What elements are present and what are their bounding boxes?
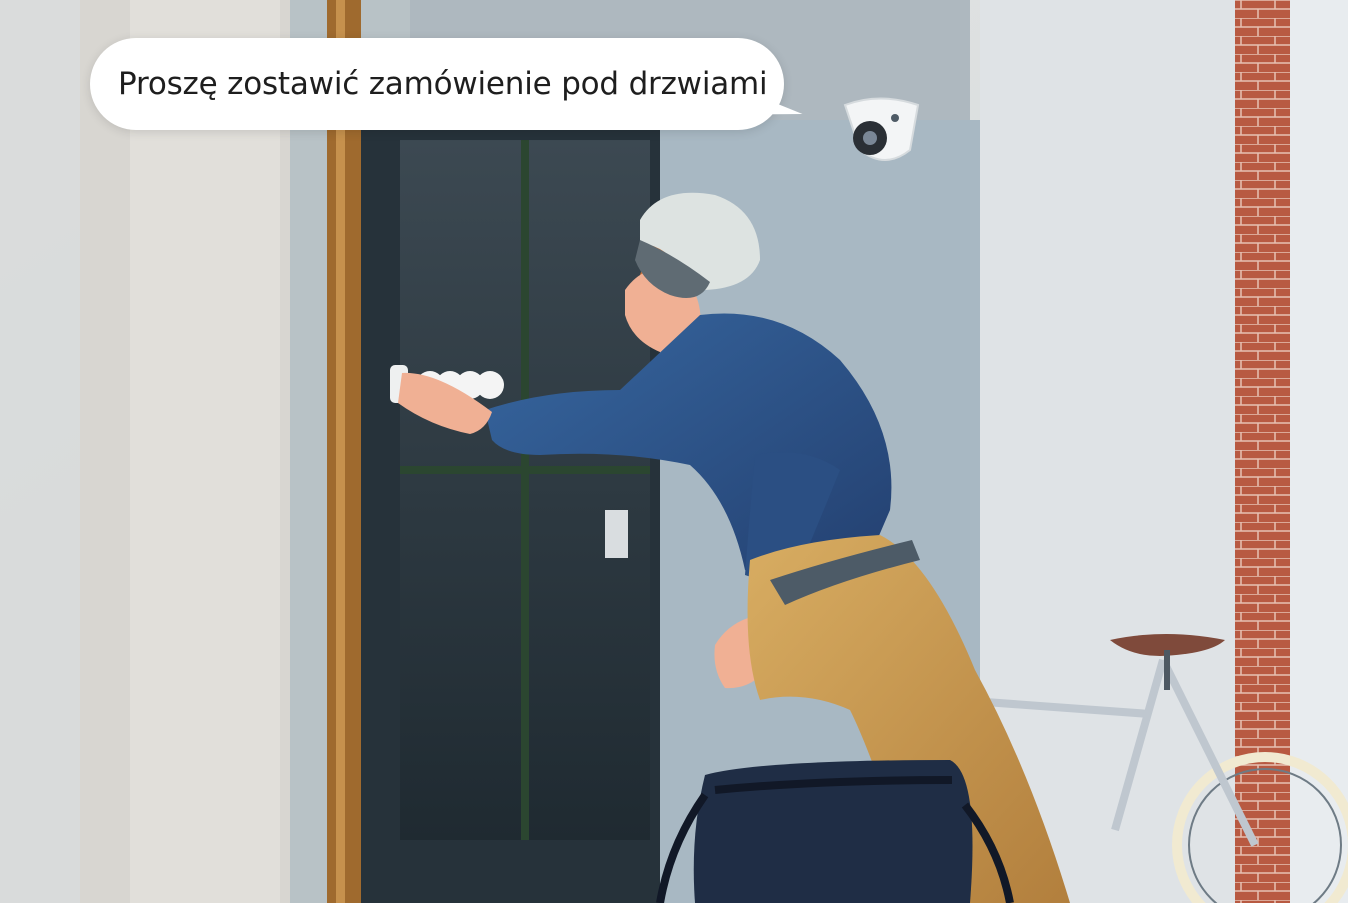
- pipe-highlight: [336, 0, 345, 903]
- delivery-bag-icon: [656, 760, 1014, 903]
- door-sign: [605, 510, 628, 558]
- brick-column: [1235, 0, 1290, 903]
- speech-bubble: Proszę zostawić zamówienie pod drzwiami: [90, 38, 784, 130]
- scene-illustration: [0, 0, 1348, 903]
- speech-text: Proszę zostawić zamówienie pod drzwiami: [118, 65, 768, 102]
- door-scene: Proszę zostawić zamówienie pod drzwiami: [0, 0, 1348, 903]
- left-pillar: [0, 0, 80, 903]
- column-face: [130, 0, 280, 903]
